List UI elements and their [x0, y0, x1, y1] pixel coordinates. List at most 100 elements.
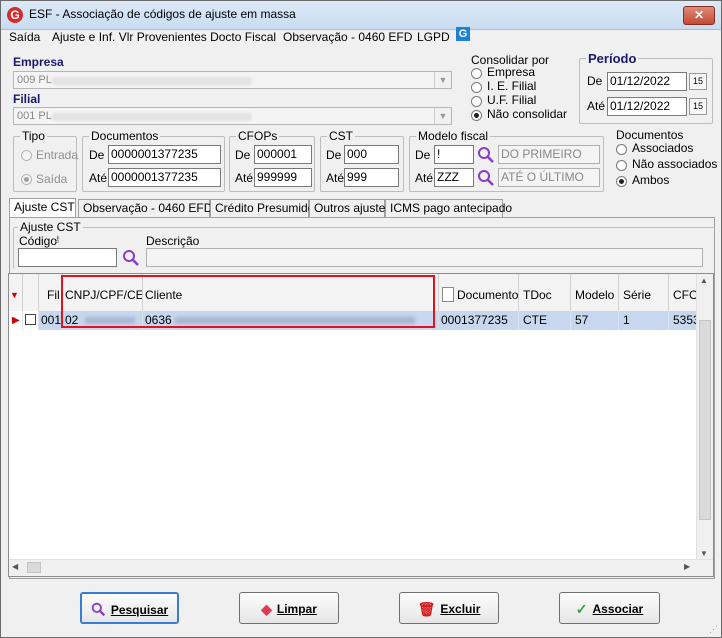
documentos-de-label: De — [89, 148, 105, 162]
documentos-title: Documentos — [89, 129, 161, 143]
cfops-ate-label: Até — [235, 171, 254, 185]
scroll-left-icon[interactable]: ◀ — [12, 562, 18, 571]
radio-nao-associados[interactable] — [616, 160, 627, 171]
trash-icon: 🗑 — [417, 600, 436, 617]
cst-de-input[interactable]: 000 — [344, 145, 399, 164]
radio-empresa-label: Empresa — [487, 65, 536, 79]
ajuste-cst-title: Ajuste CST — [18, 220, 83, 234]
associar-button[interactable]: ✓ Associar — [559, 592, 660, 624]
col-fil[interactable]: Fil — [39, 274, 63, 316]
highlight-box — [61, 275, 435, 328]
menu-saida[interactable]: Saída — [9, 30, 40, 44]
cst-ate-input[interactable]: 999 — [344, 168, 399, 187]
modelo-de-input[interactable]: ! — [434, 145, 474, 164]
key-icon: ⚷ — [54, 234, 61, 244]
radio-ambos-label: Ambos — [632, 173, 670, 187]
radio-nao-consolidar[interactable] — [471, 110, 482, 121]
doc-filter-group: Documentos Associados Não associados Amb… — [608, 128, 717, 192]
modelo-ate-input[interactable]: ZZZ — [434, 168, 474, 187]
cfops-de-input[interactable]: 000001 — [254, 145, 312, 164]
chevron-down-icon[interactable]: ▼ — [434, 108, 451, 124]
search-icon[interactable] — [122, 249, 140, 267]
modelo-title: Modelo fiscal — [416, 129, 491, 143]
resize-grip-icon[interactable]: ⋰ — [709, 624, 718, 635]
calendar-icon[interactable]: 15 — [689, 73, 707, 90]
chevron-down-icon[interactable]: ▼ — [434, 72, 451, 88]
limpar-button[interactable]: ◆ Limpar — [239, 592, 339, 624]
empresa-value: 009 PL — [17, 74, 52, 86]
modelo-de-label: De — [415, 148, 431, 162]
documentos-ate-label: Até — [89, 171, 108, 185]
menu-ajuste[interactable]: Ajuste e Inf. Vlr Provenientes Docto Fis… — [52, 30, 276, 44]
cfops-de-label: De — [235, 148, 251, 162]
tab-observacao[interactable]: Observação - 0460 EFD — [78, 199, 212, 217]
col-cfop[interactable]: CFOP — [669, 274, 699, 316]
main-window: G ESF - Associação de códigos de ajuste … — [0, 0, 722, 638]
periodo-group: Período De 01/12/2022 15 Até 01/12/2022 … — [579, 51, 713, 124]
menu-lgpd[interactable]: LGPD — [417, 30, 450, 44]
tab-icms-antecipado[interactable]: ICMS pago antecipado — [385, 199, 512, 217]
radio-empresa[interactable] — [471, 68, 482, 79]
cst-de-label: De — [326, 148, 342, 162]
descricao-label: Descrição — [146, 234, 200, 248]
vertical-scroll-thumb[interactable] — [699, 320, 711, 520]
excluir-button[interactable]: 🗑 Excluir — [399, 592, 499, 624]
scroll-right-icon[interactable]: ▶ — [684, 562, 690, 571]
modelo-ate-label: Até — [415, 171, 434, 185]
scroll-down-icon[interactable]: ▼ — [700, 549, 708, 558]
empresa-label: Empresa — [13, 55, 64, 69]
tab-ajuste-cst[interactable]: Ajuste CST — [9, 198, 76, 218]
limpar-label: Limpar — [276, 601, 317, 616]
search-icon[interactable] — [477, 169, 495, 187]
filial-combo[interactable]: 001 PL ▼ — [13, 107, 452, 125]
calendar-icon[interactable]: 15 — [689, 98, 707, 115]
radio-saida[interactable] — [21, 174, 32, 185]
col-modelo[interactable]: Modelo — [571, 274, 619, 316]
modelo-group: Modelo fiscal De ! DO PRIMEIRO Até ZZZ A… — [409, 129, 604, 192]
search-icon[interactable] — [477, 146, 495, 164]
title-bar: G ESF - Associação de códigos de ajuste … — [1, 1, 721, 30]
app-logo-icon: G — [7, 7, 23, 23]
sort-arrow-icon[interactable]: ▼ — [9, 274, 23, 316]
periodo-ate-input[interactable]: 01/12/2022 — [607, 97, 687, 116]
filial-redacted — [52, 113, 252, 121]
document-icon — [442, 287, 454, 302]
menu-observacao[interactable]: Observação - 0460 EFD — [283, 30, 412, 44]
row-checkbox[interactable] — [25, 314, 36, 325]
codigo-input[interactable] — [18, 248, 117, 267]
cell-modelo: 57 — [571, 311, 619, 330]
radio-associados-label: Associados — [632, 141, 694, 155]
col-serie[interactable]: Série — [619, 274, 669, 316]
consolidar-group: Consolidar por Empresa I. E. Filial U.F.… — [463, 53, 573, 125]
cell-tdoc: CTE — [519, 311, 571, 330]
horizontal-scroll-thumb[interactable] — [27, 562, 41, 573]
horizontal-scrollbar[interactable]: ◀ ▶ — [9, 559, 713, 576]
cfops-title: CFOPs — [236, 129, 280, 143]
radio-ambos[interactable] — [616, 176, 627, 187]
close-button[interactable]: ✕ — [683, 6, 715, 25]
cfops-ate-input[interactable]: 999999 — [254, 168, 312, 187]
documentos-ate-input[interactable]: 0000001377235 — [108, 168, 221, 187]
empresa-combo[interactable]: 009 PL ▼ — [13, 71, 452, 89]
col-tdoc[interactable]: TDoc — [519, 274, 571, 316]
lgpd-icon[interactable]: G — [456, 27, 470, 41]
documentos-de-input[interactable]: 0000001377235 — [108, 145, 221, 164]
tab-outros-ajustes[interactable]: Outros ajustes — [309, 199, 391, 217]
radio-ie-filial[interactable] — [471, 82, 482, 93]
cst-title: CST — [327, 129, 355, 143]
filial-value: 001 PL — [17, 110, 52, 122]
scroll-up-icon[interactable]: ▲ — [700, 276, 708, 285]
vertical-scrollbar[interactable]: ▲ ▼ — [696, 274, 713, 561]
search-icon — [91, 603, 105, 617]
periodo-de-input[interactable]: 01/12/2022 — [607, 72, 687, 91]
empresa-redacted — [52, 77, 252, 85]
periodo-title: Período — [586, 51, 639, 66]
pesquisar-button[interactable]: Pesquisar — [80, 592, 179, 624]
radio-associados[interactable] — [616, 144, 627, 155]
cst-group: CST De 000 Até 999 — [320, 129, 404, 192]
radio-uf-filial[interactable] — [471, 96, 482, 107]
tab-credito-presumido[interactable]: Crédito Presumido — [210, 199, 314, 217]
radio-entrada[interactable] — [21, 150, 32, 161]
cell-fil: 001 — [39, 311, 63, 330]
tipo-title: Tipo — [20, 129, 47, 143]
